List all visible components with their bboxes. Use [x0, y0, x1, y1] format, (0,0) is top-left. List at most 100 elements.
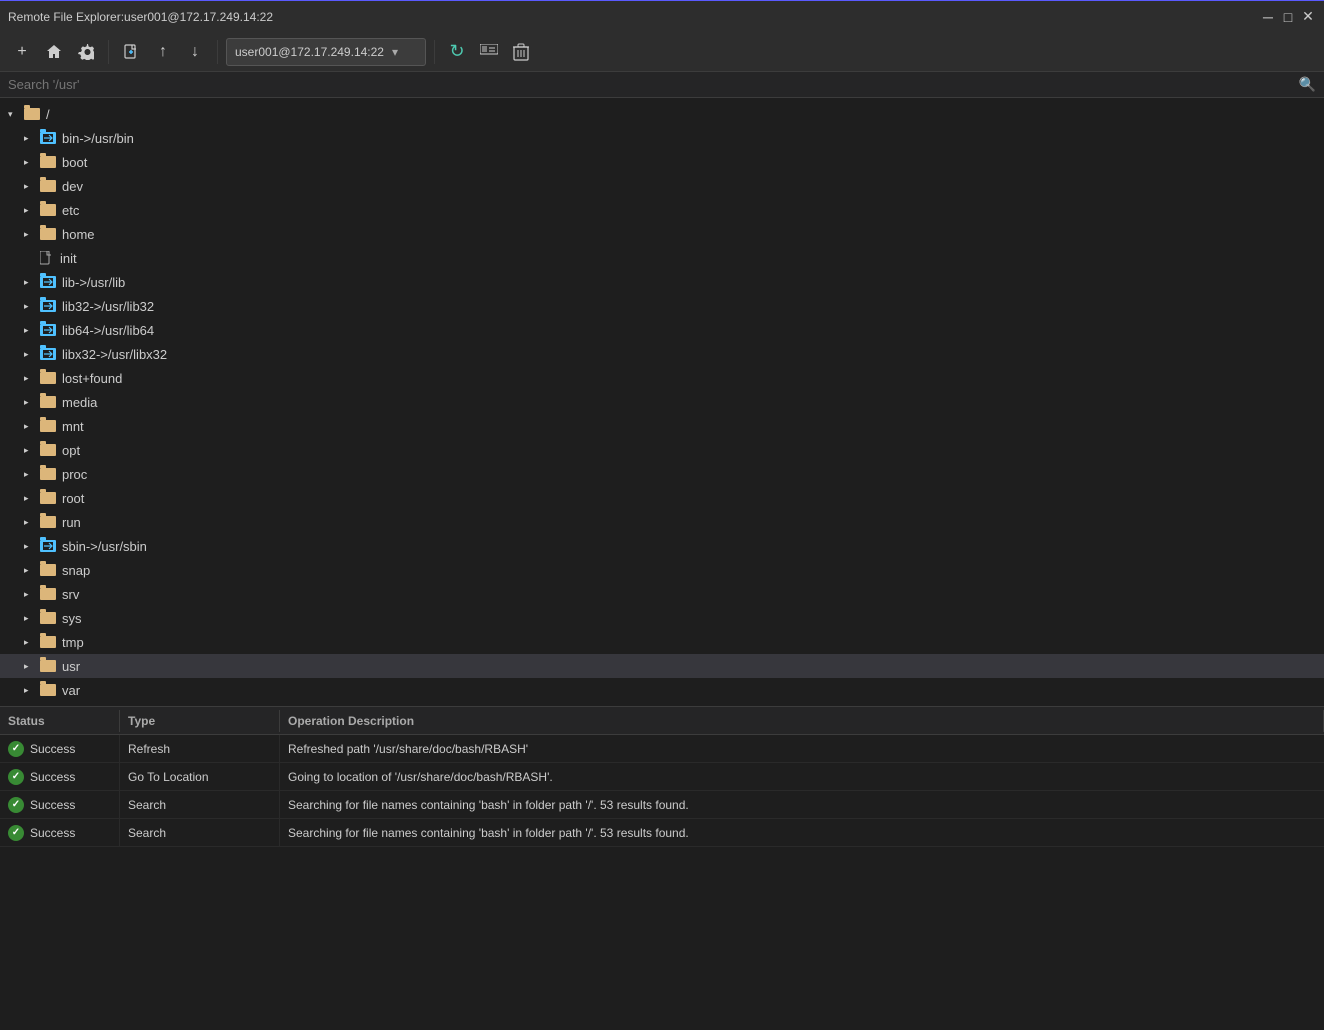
- tree-item[interactable]: ▸ bin->/usr/bin: [0, 126, 1324, 150]
- status-cell: Success: [0, 763, 120, 790]
- status-cell: Success: [0, 819, 120, 846]
- folder-icon: [40, 659, 58, 673]
- tree-item[interactable]: ▸ run: [0, 510, 1324, 534]
- tree-item[interactable]: ▸ lib32->/usr/lib32: [0, 294, 1324, 318]
- folder-icon: [40, 563, 58, 577]
- refresh-button[interactable]: ↻: [443, 38, 471, 66]
- tree-arrow: ▸: [24, 637, 40, 648]
- tree-item[interactable]: ▾/: [0, 102, 1324, 126]
- download-button[interactable]: ↓: [181, 38, 209, 66]
- upload-button[interactable]: ↑: [149, 38, 177, 66]
- status-row[interactable]: Success Refresh Refreshed path '/usr/sha…: [0, 735, 1324, 763]
- tree-item[interactable]: ▸boot: [0, 150, 1324, 174]
- settings-button[interactable]: [72, 38, 100, 66]
- tree-arrow: ▸: [24, 685, 40, 696]
- folder-icon: [40, 155, 58, 169]
- tree-item[interactable]: ▸ sys: [0, 606, 1324, 630]
- tree-arrow: ▸: [24, 517, 40, 528]
- folder-icon: [40, 467, 58, 481]
- home-button[interactable]: [40, 38, 68, 66]
- item-label: dev: [62, 179, 83, 194]
- type-cell: Search: [120, 791, 280, 818]
- item-label: lib->/usr/lib: [62, 275, 125, 290]
- status-cell: Success: [0, 791, 120, 818]
- folder-link-icon: [40, 347, 58, 361]
- status-body[interactable]: Success Refresh Refreshed path '/usr/sha…: [0, 735, 1324, 916]
- tree-arrow: ▸: [24, 349, 40, 360]
- item-label: usr: [62, 659, 80, 674]
- tree-item[interactable]: ▸var: [0, 678, 1324, 702]
- tree-arrow: ▸: [24, 661, 40, 672]
- tree-item[interactable]: init: [0, 246, 1324, 270]
- tree-item[interactable]: ▸snap: [0, 558, 1324, 582]
- tree-arrow: ▾: [8, 109, 24, 120]
- status-row[interactable]: Success Search Searching for file names …: [0, 791, 1324, 819]
- folder-icon: [40, 611, 58, 625]
- folder-link-icon: [40, 275, 58, 289]
- add-button[interactable]: +: [8, 38, 36, 66]
- folder-icon: [40, 587, 58, 601]
- folder-icon: [40, 683, 58, 697]
- tree-item[interactable]: ▸proc: [0, 462, 1324, 486]
- type-label: Search: [128, 826, 166, 840]
- connection-label: user001@172.17.249.14:22: [235, 45, 384, 59]
- tree-item[interactable]: ▸ etc: [0, 198, 1324, 222]
- folder-icon: [40, 227, 58, 241]
- item-label: sbin->/usr/sbin: [62, 539, 147, 554]
- folder-icon: [40, 443, 58, 457]
- item-label: etc: [62, 203, 79, 218]
- type-cell: Search: [120, 819, 280, 846]
- status-row[interactable]: Success Go To Location Going to location…: [0, 763, 1324, 791]
- tree-item[interactable]: ▸ sbin->/usr/sbin: [0, 534, 1324, 558]
- tree-item[interactable]: ▸media: [0, 390, 1324, 414]
- item-label: bin->/usr/bin: [62, 131, 134, 146]
- tree-item[interactable]: ▸ usr: [0, 654, 1324, 678]
- desc-label: Searching for file names containing 'bas…: [288, 798, 689, 812]
- minimize-button[interactable]: ─: [1260, 9, 1276, 25]
- tree-item[interactable]: ▸mnt: [0, 414, 1324, 438]
- success-icon: [8, 797, 24, 813]
- tree-arrow: ▸: [24, 373, 40, 384]
- item-label: run: [62, 515, 81, 530]
- tree-arrow: ▸: [24, 229, 40, 240]
- success-icon: [8, 741, 24, 757]
- tree-item[interactable]: ▸tmp: [0, 630, 1324, 654]
- tree-arrow: ▸: [24, 397, 40, 408]
- item-label: lib64->/usr/lib64: [62, 323, 154, 338]
- tree-arrow: ▸: [24, 613, 40, 624]
- status-label: Success: [30, 742, 75, 756]
- tree-item[interactable]: ▸opt: [0, 438, 1324, 462]
- item-label: lost+found: [62, 371, 122, 386]
- type-label: Refresh: [128, 742, 170, 756]
- connection-dropdown[interactable]: user001@172.17.249.14:22 ▾: [226, 38, 426, 66]
- tree-item[interactable]: ▸ lib->/usr/lib: [0, 270, 1324, 294]
- folder-icon: [40, 515, 58, 529]
- search-bar: 🔍: [0, 72, 1324, 98]
- close-button[interactable]: ✕: [1300, 9, 1316, 25]
- item-label: root: [62, 491, 84, 506]
- delete-button[interactable]: [507, 38, 535, 66]
- new-file-button[interactable]: [117, 38, 145, 66]
- tree-item[interactable]: ▸home: [0, 222, 1324, 246]
- search-input[interactable]: [8, 77, 1299, 92]
- tree-item[interactable]: ▸root: [0, 486, 1324, 510]
- tree-arrow: ▸: [24, 301, 40, 312]
- tree-item[interactable]: ▸srv: [0, 582, 1324, 606]
- maximize-button[interactable]: □: [1280, 9, 1296, 25]
- desc-col-header: Operation Description: [280, 710, 1324, 732]
- window-controls[interactable]: ─ □ ✕: [1260, 9, 1316, 25]
- tree-item[interactable]: ▸ lost+found: [0, 366, 1324, 390]
- folder-link-icon: [40, 131, 58, 145]
- tree-arrow: ▸: [24, 205, 40, 216]
- desc-cell: Going to location of '/usr/share/doc/bas…: [280, 763, 1324, 790]
- folder-icon: [40, 371, 58, 385]
- status-header: Status Type Operation Description: [0, 707, 1324, 735]
- status-row[interactable]: Success Search Searching for file names …: [0, 819, 1324, 847]
- item-label: sys: [62, 611, 82, 626]
- tree-item[interactable]: ▸dev: [0, 174, 1324, 198]
- tree-item[interactable]: ▸ libx32->/usr/libx32: [0, 342, 1324, 366]
- tree-item[interactable]: ▸ lib64->/usr/lib64: [0, 318, 1324, 342]
- type-label: Search: [128, 798, 166, 812]
- edit-button[interactable]: [475, 38, 503, 66]
- file-tree[interactable]: ▾/▸ bin->/usr/bin▸boot▸dev▸etc▸home init…: [0, 98, 1324, 706]
